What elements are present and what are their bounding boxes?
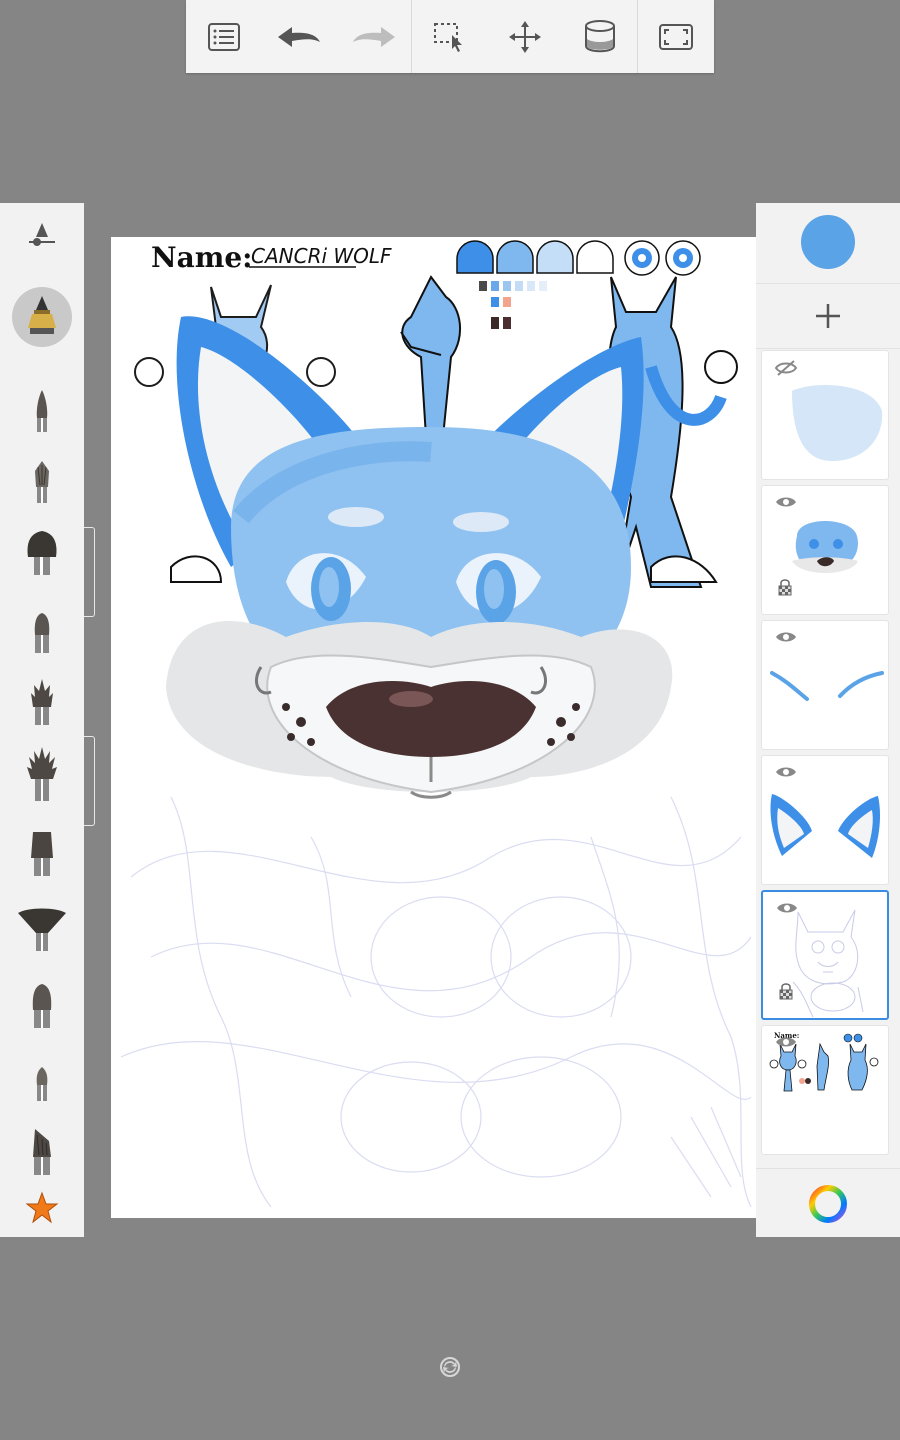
transform-icon [508, 20, 541, 53]
brush-size-slider-icon [29, 223, 55, 246]
painted-wolf-head [166, 316, 673, 799]
brush-group-bracket [84, 527, 95, 617]
round-brush-tool[interactable] [0, 523, 84, 583]
fan-spiky-brush-icon [27, 747, 57, 801]
ink-pen-brush-tool[interactable] [0, 451, 84, 511]
fullscreen-icon [658, 23, 693, 50]
color-wheel-button[interactable] [756, 1168, 900, 1238]
selection-icon [433, 22, 462, 52]
fan-brush-tool[interactable] [0, 899, 84, 959]
small-round-brush-tool[interactable] [0, 1055, 84, 1115]
redo-button[interactable] [336, 0, 411, 73]
filbert-brush-tool[interactable] [0, 975, 84, 1035]
layers-panel: Name: [756, 203, 900, 1237]
flat-brush-icon [34, 613, 50, 653]
layer-2[interactable] [761, 485, 889, 615]
angled-brush-tool[interactable] [0, 1123, 84, 1183]
pencil-brush-tool[interactable] [0, 380, 84, 440]
sync-button[interactable] [438, 1355, 462, 1379]
eye-icon[interactable] [775, 900, 799, 916]
ink-pen-brush-icon [35, 461, 49, 503]
flat-wide-brush-icon [31, 832, 53, 876]
brush-panel [0, 203, 84, 1237]
alpha-lock-icon[interactable] [778, 982, 794, 1000]
layer-3[interactable] [761, 620, 889, 750]
selected-brush-highlight [12, 287, 72, 347]
current-color-button[interactable] [801, 215, 855, 269]
fan-brush-icon [18, 908, 66, 951]
fullscreen-button[interactable] [638, 0, 713, 73]
filbert-brush-icon [32, 984, 52, 1028]
airbrush-icon [28, 296, 56, 334]
redo-icon [352, 26, 395, 47]
sync-icon [440, 1357, 460, 1377]
menu-button[interactable] [186, 0, 261, 73]
layer-4[interactable] [761, 755, 889, 885]
plus-icon [816, 304, 840, 328]
eye-icon[interactable] [774, 1034, 798, 1050]
angled-brush-icon [33, 1129, 51, 1175]
undo-icon [277, 26, 320, 47]
layer-5-selected[interactable] [761, 890, 889, 1020]
hidden-eye-icon[interactable] [774, 359, 798, 377]
alpha-lock-icon[interactable] [777, 578, 793, 596]
favorites-button[interactable] [0, 1178, 84, 1238]
eye-icon[interactable] [774, 629, 798, 645]
eye-icon[interactable] [774, 764, 798, 780]
top-toolbar [186, 0, 714, 73]
sheet-name-label: Name: [151, 241, 253, 274]
brush-group-bracket [84, 736, 95, 826]
round-brush-icon [27, 531, 57, 575]
color-wheel-icon [809, 1184, 847, 1223]
pencil-brush-icon [36, 390, 48, 432]
eye-icon[interactable] [774, 494, 798, 510]
transform-button[interactable] [487, 0, 562, 73]
spiky-brush-tool[interactable] [0, 673, 84, 733]
spiky-brush-icon [31, 679, 53, 725]
fill-bucket-button[interactable] [562, 0, 637, 73]
flat-wide-brush-tool[interactable] [0, 823, 84, 883]
drawing-canvas[interactable]: Name: CANCRi WOLF [111, 237, 756, 1218]
undo-button[interactable] [261, 0, 336, 73]
add-layer-button[interactable] [756, 283, 900, 349]
layer-6[interactable]: Name: [761, 1025, 889, 1155]
favorites-star-icon [25, 1191, 59, 1224]
fill-bucket-icon [584, 19, 615, 52]
sheet-name-value: CANCRi WOLF [251, 244, 392, 268]
artwork: Name: CANCRi WOLF [120, 240, 752, 1208]
selection-button[interactable] [412, 0, 487, 73]
menu-icon [207, 22, 240, 51]
fan-spiky-brush-tool[interactable] [0, 745, 84, 805]
flat-brush-tool[interactable] [0, 601, 84, 661]
airbrush-tool[interactable] [0, 287, 84, 347]
brush-size-slider[interactable] [0, 207, 84, 267]
layer-1[interactable] [761, 350, 889, 480]
small-round-brush-icon [36, 1067, 48, 1101]
